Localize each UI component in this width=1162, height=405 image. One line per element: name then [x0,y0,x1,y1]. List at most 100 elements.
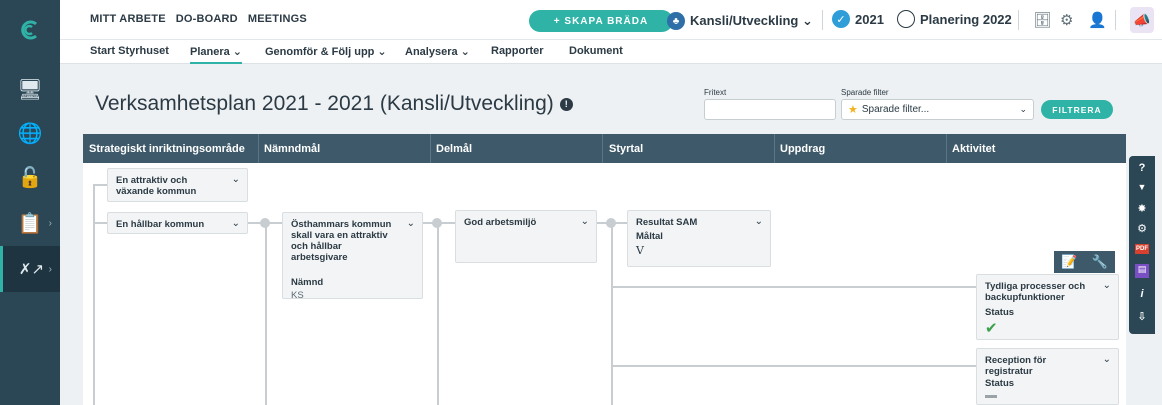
tree-line [93,184,95,405]
subnav-dokument[interactable]: Dokument [569,45,623,57]
megaphone-icon: 📣 [1133,11,1151,28]
saved-filter-select[interactable]: ★ Sparade filter... ⌄ [841,99,1034,120]
archive-icon[interactable]: 🗄 [1033,11,1052,29]
card-activity-processes[interactable]: Tydliga processer och backupfunktioner ⌄… [976,274,1119,340]
card-title: Reception för registratur [985,355,1047,377]
card-field-label: Status [985,307,1015,318]
hierarchy-icon[interactable]: ⚙ [1129,222,1155,235]
chevron-down-icon[interactable]: ⌄ [232,174,240,185]
clipboard-icon: 📋 [17,212,43,235]
sub-nav: Start Styrhuset Planera ⌄ Genomför & Föl… [60,40,1162,64]
column-separator [602,134,603,163]
card-field-value: KS [291,290,304,301]
page-title: Verksamhetsplan 2021 - 2021 (Kansli/Utve… [95,92,573,116]
year-selector[interactable]: ✓ 2021 [832,10,884,28]
subnav-analysera[interactable]: Analysera ⌄ [405,45,470,58]
help-icon[interactable]: ? [1129,162,1155,174]
monitor-check-icon: 🖥 [17,78,43,101]
nav-meetings[interactable]: MEETINGS [248,13,307,25]
tree-line [93,222,107,224]
strategy-icon: ✗↗ [18,261,45,278]
card-subgoal-workenv[interactable]: God arbetsmiljö ⌄ [455,210,597,263]
saved-filter-label: Sparade filter [841,88,889,97]
chevron-down-icon: ⌄ [1019,104,1027,114]
tree-line [611,286,976,288]
rail-item-lock[interactable]: 🔓 [0,154,60,200]
card-field-label: Nämnd [291,277,324,288]
chevron-down-icon[interactable]: ⌄ [407,218,415,229]
status-check-icon: ✔ [985,320,998,337]
col-header-assignment: Uppdrag [780,143,826,155]
card-field-value: V [636,244,644,257]
planning-board: Strategiskt inriktningsområde Nämndmål D… [83,134,1126,405]
card-field-label: Status [985,378,1015,389]
wrench-icon[interactable]: 🔧 [1092,254,1108,270]
nav-do-board[interactable]: DO-BOARD [176,13,238,25]
settings-icon[interactable]: ⚙ [1060,11,1073,29]
plan-selector[interactable]: Planering 2022 [897,10,1012,28]
edit-icon[interactable]: 📝 [1061,254,1077,270]
card-area-attractive[interactable]: En attraktiv och växande kommun ⌄ [107,168,248,202]
column-separator [946,134,947,163]
chevron-right-icon: › [48,217,52,229]
file-download-icon[interactable]: ⇩ [1129,310,1155,323]
rail-item-clipboard[interactable]: 📋 › [0,200,60,246]
rail-item-monitor[interactable]: 🖥 [0,66,60,112]
subnav-planera[interactable]: Planera ⌄ [190,45,243,64]
filter-button[interactable]: FILTRERA [1041,100,1113,119]
globe-settings-icon: 🌐 [17,122,43,145]
right-toolbar: ? ▼ ✸ ⚙ PDF ▤ i ⇩ [1129,156,1155,334]
user-icon[interactable]: 👤 [1088,11,1107,29]
chevron-down-icon[interactable]: ⌄ [1103,280,1111,291]
pdf-icon[interactable]: PDF [1135,244,1149,254]
subnav-start[interactable]: Start Styrhuset [90,45,169,57]
col-header-metric: Styrtal [609,143,644,155]
star-icon: ★ [848,104,858,116]
card-title: Resultat SAM [636,217,698,228]
notification-badge[interactable]: 📣 [1130,7,1154,33]
col-header-goal: Nämndmål [264,143,321,155]
year-label: 2021 [855,11,884,27]
create-board-button[interactable]: + SKAPA BRÄDA [529,10,673,32]
chevron-down-icon[interactable]: ⌄ [581,216,589,227]
saved-filter-placeholder: Sparade filter... [861,104,930,115]
gear-icon[interactable]: ✸ [1129,202,1155,215]
rail-item-globe[interactable]: 🌐 [0,110,60,156]
card-title: Tydliga processer och backupfunktioner [985,281,1086,303]
left-rail: 🖥 🌐 🔓 📋 › ✗↗ › [0,0,60,405]
chevron-down-icon[interactable]: ⌄ [1103,354,1111,365]
plan-label: Planering 2022 [920,11,1012,27]
card-goal-employer[interactable]: Östhammars kommun skall vara en attrakti… [282,212,423,301]
tree-line [265,222,267,405]
subnav-rapporter[interactable]: Rapporter [491,45,544,57]
document-icon[interactable]: ▤ [1135,264,1149,278]
card-title: En hållbar kommun [116,219,205,230]
page-title-text: Verksamhetsplan 2021 - 2021 (Kansli/Utve… [95,92,554,115]
freetext-label: Fritext [704,88,727,97]
freetext-input[interactable] [704,99,836,120]
chevron-down-icon[interactable]: ⌄ [755,216,763,227]
filter-icon[interactable]: ▼ [1129,182,1155,192]
column-separator [258,134,259,163]
card-activity-reception[interactable]: Reception för registratur ⌄ Status [976,348,1119,405]
nav-my-work[interactable]: MITT ARBETE [90,13,166,25]
chevron-down-icon[interactable]: ⌄ [232,218,240,229]
card-title: Östhammars kommun skall vara en attrakti… [291,219,392,263]
info-icon[interactable]: ! [559,97,573,111]
subnav-genomfor[interactable]: Genomför & Följ upp ⌄ [265,45,387,58]
divider [1115,10,1116,30]
divider [1018,10,1019,30]
rail-item-strategy[interactable]: ✗↗ › [0,246,60,292]
chevron-right-icon: › [48,263,52,275]
info-circle-icon[interactable]: i [1129,288,1155,300]
org-selector[interactable]: ♣ Kansli/Utveckling ⌄ [667,9,813,33]
status-dash-icon [985,395,997,398]
card-area-sustainable[interactable]: En hållbar kommun ⌄ [107,212,248,234]
card-metric-sam[interactable]: Resultat SAM ⌄ Måltal V [627,210,771,267]
org-selector-label: Kansli/Utveckling ⌄ [690,13,813,28]
top-nav: MITT ARBETE DO-BOARD MEETINGS [90,13,307,25]
radio-circle-icon [897,10,915,28]
app-logo[interactable] [0,0,60,60]
col-header-area: Strategiskt inriktningsområde [89,143,245,155]
col-header-subgoal: Delmål [436,143,473,155]
